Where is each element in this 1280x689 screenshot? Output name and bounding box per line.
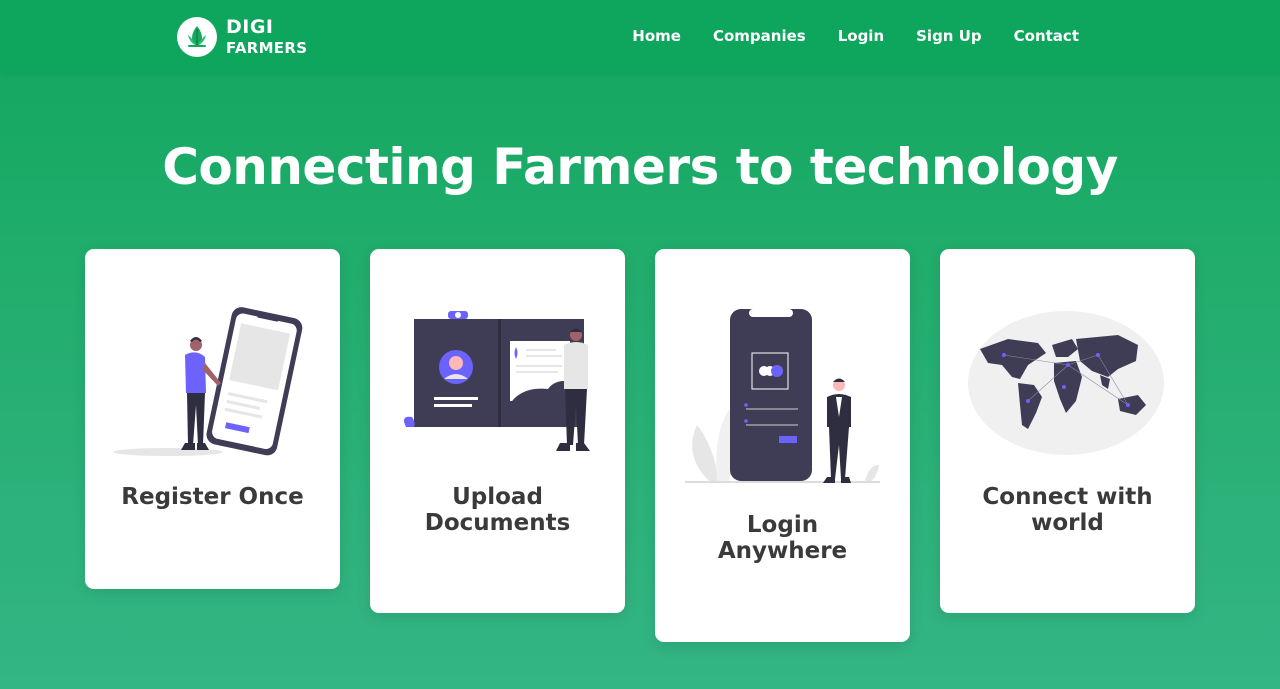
feature-card-login[interactable]: Login Anywhere [655, 249, 910, 642]
hero-title: Connecting Farmers to technology [162, 138, 1118, 196]
nav-link-companies[interactable]: Companies [713, 23, 806, 49]
logo-line2: FARMERS [226, 39, 308, 57]
card-title-register: Register Once [121, 484, 304, 510]
card-title-upload: Upload Documents [424, 484, 571, 536]
leaf-logo-icon [177, 17, 217, 57]
feature-card-upload[interactable]: Upload Documents [370, 249, 625, 613]
nav-link-home[interactable]: Home [632, 23, 681, 49]
world-map-illustration [968, 311, 1164, 455]
upload-documents-illustration [404, 311, 590, 451]
nav-link-contact[interactable]: Contact [1014, 23, 1079, 49]
nav-link-sign-up[interactable]: Sign Up [916, 23, 982, 49]
logo-link[interactable]: DIGI FARMERS [177, 15, 307, 59]
logo-line1: DIGI [226, 16, 274, 38]
card-title-login: Login Anywhere [717, 512, 848, 564]
card-title-connect: Connect with world [982, 484, 1153, 536]
nav-menu: Home Companies Login Sign Up Contact [600, 0, 1079, 72]
nav-link-login[interactable]: Login [838, 23, 884, 49]
feature-card-register[interactable]: Register Once [85, 249, 340, 589]
navbar: DIGI FARMERS Home Companies Login Sign U… [0, 0, 1280, 72]
login-phone-illustration [685, 309, 880, 483]
feature-card-connect[interactable]: Connect with world [940, 249, 1195, 613]
logo-text: DIGI FARMERS [226, 18, 307, 56]
register-phone-illustration [113, 307, 303, 456]
